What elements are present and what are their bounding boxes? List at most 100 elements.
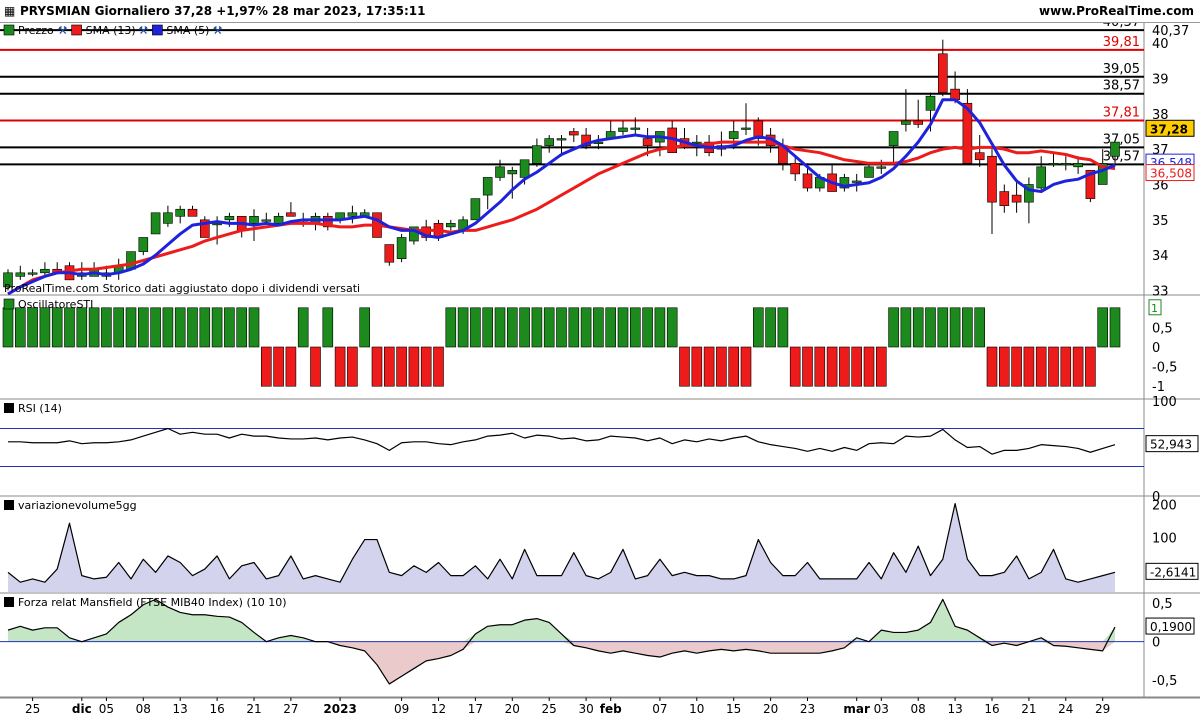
candle-body bbox=[802, 173, 813, 189]
candle-body bbox=[507, 170, 518, 175]
oscillator-bar bbox=[482, 307, 494, 348]
x-tick-label: 05 bbox=[99, 702, 114, 716]
x-tick-label: 2023 bbox=[323, 702, 356, 716]
oscillator-bar bbox=[27, 307, 38, 348]
oscillator-bar bbox=[556, 307, 567, 348]
oscillator-bar bbox=[629, 307, 641, 348]
candle-body bbox=[974, 152, 985, 161]
x-tick-label: feb bbox=[600, 702, 622, 716]
oscillator-bar bbox=[986, 346, 998, 387]
oscillator-bar bbox=[76, 307, 88, 348]
price-y-tick: 33 bbox=[1152, 284, 1169, 299]
legend-label: SMA (5) bbox=[166, 24, 209, 37]
oscillator-bar bbox=[851, 346, 863, 387]
wrench-icon: ⚒ bbox=[138, 24, 148, 37]
candle-body bbox=[1036, 166, 1046, 189]
chart-title-icon: ▦ bbox=[4, 4, 16, 18]
oscillator-bar bbox=[15, 307, 26, 348]
price-y-tick: 40,37 bbox=[1152, 24, 1189, 39]
oscillator-bar bbox=[1097, 307, 1108, 348]
candle-body bbox=[249, 215, 259, 224]
candle-body bbox=[950, 88, 960, 101]
price-level-label: 37,81 bbox=[1103, 106, 1140, 121]
oscillator-bar bbox=[187, 307, 198, 348]
x-tick-label: 16 bbox=[209, 702, 224, 716]
x-tick-label: 20 bbox=[505, 702, 520, 716]
oscillator-bar bbox=[716, 346, 727, 387]
x-tick-label: 25 bbox=[25, 702, 40, 716]
candle-body bbox=[163, 212, 173, 224]
oscillator-bar bbox=[445, 307, 457, 348]
legend-swatch bbox=[4, 500, 14, 510]
oscillator-bar bbox=[519, 307, 530, 348]
price-y-tick: 39 bbox=[1152, 73, 1169, 88]
oscillator-bar bbox=[962, 307, 973, 348]
oscillator-bar bbox=[236, 307, 247, 348]
oscillator-bar bbox=[1023, 346, 1035, 387]
candle-body bbox=[15, 272, 26, 277]
legend-swatch bbox=[3, 24, 15, 36]
oscillator-y-tick: -0,5 bbox=[1152, 361, 1177, 376]
candle-body bbox=[384, 244, 395, 263]
candle-body bbox=[913, 120, 924, 125]
oscillator-bar bbox=[101, 307, 112, 348]
oscillator-bar bbox=[51, 307, 63, 348]
rsi-last-value: 52,943 bbox=[1150, 438, 1192, 452]
oscillator-bar bbox=[408, 346, 420, 387]
oscillator-bar bbox=[260, 346, 272, 387]
x-tick-label: 13 bbox=[173, 702, 188, 716]
oscillator-bar bbox=[888, 307, 899, 348]
x-tick-label: 20 bbox=[763, 702, 778, 716]
oscillator-bar bbox=[814, 346, 826, 387]
oscillator-bar bbox=[875, 346, 887, 387]
candle-body bbox=[1073, 162, 1083, 168]
price-level-label: 39,81 bbox=[1103, 35, 1140, 50]
price-level-label: 38,57 bbox=[1103, 79, 1140, 94]
price-y-tick: 40 bbox=[1152, 37, 1169, 52]
x-tick-label: 25 bbox=[542, 702, 557, 716]
wrench-icon: ⚒ bbox=[213, 24, 223, 37]
price-tag-label: 36,508 bbox=[1150, 167, 1192, 181]
legend-label: Prezzo bbox=[18, 24, 54, 37]
oscillator-bar bbox=[64, 307, 75, 348]
oscillator-bar bbox=[912, 307, 924, 348]
candle-body bbox=[519, 159, 530, 178]
candle-body bbox=[1011, 194, 1022, 203]
oscillator-bar bbox=[543, 307, 555, 348]
oscillator-bar bbox=[273, 346, 284, 387]
oscillator-bar bbox=[199, 307, 211, 348]
candle-body bbox=[728, 131, 739, 139]
oscillator-bar bbox=[150, 307, 161, 348]
oscillator-bar bbox=[752, 307, 764, 348]
oscillator-bar bbox=[531, 307, 543, 348]
oscillator-bar bbox=[248, 307, 260, 348]
wrench-icon: ⚒ bbox=[58, 24, 68, 37]
oscillator-bar bbox=[974, 307, 986, 348]
x-tick-label: 09 bbox=[394, 702, 409, 716]
x-tick-label: 16 bbox=[984, 702, 999, 716]
oscillator-bar bbox=[125, 307, 137, 348]
oscillator-bar bbox=[777, 307, 789, 348]
candle-body bbox=[851, 180, 862, 183]
mansfield-legend: Forza relat Mansfield (FTSE MIB40 Index)… bbox=[18, 596, 287, 609]
x-tick-label: 17 bbox=[468, 702, 483, 716]
oscillator-legend: OscillatoreSTI bbox=[18, 298, 93, 311]
legend-swatch bbox=[4, 403, 14, 413]
oscillator-bar bbox=[138, 307, 149, 348]
price-tag-label: 37,28 bbox=[1150, 122, 1188, 136]
site-link[interactable]: www.ProRealTime.com bbox=[1039, 4, 1194, 18]
oscillator-bar bbox=[691, 346, 703, 387]
oscillator-bar bbox=[998, 346, 1010, 387]
oscillator-bar bbox=[654, 307, 666, 348]
legend-swatch bbox=[4, 597, 14, 607]
candle-body bbox=[212, 223, 222, 226]
oscillator-bar bbox=[347, 346, 358, 387]
candle-body bbox=[396, 237, 407, 259]
candle-body bbox=[888, 131, 899, 146]
x-tick-label: 29 bbox=[1095, 702, 1110, 716]
oscillator-bar bbox=[1085, 346, 1096, 387]
oscillator-bar bbox=[1035, 346, 1047, 387]
oscillator-y-tick: -1 bbox=[1152, 380, 1165, 395]
oscillator-bar bbox=[617, 307, 629, 348]
trading-chart[interactable]: 40,37 39,81 39,05 38,57 37,81 37,05 36,57 33 34 3… bbox=[0, 0, 1200, 720]
